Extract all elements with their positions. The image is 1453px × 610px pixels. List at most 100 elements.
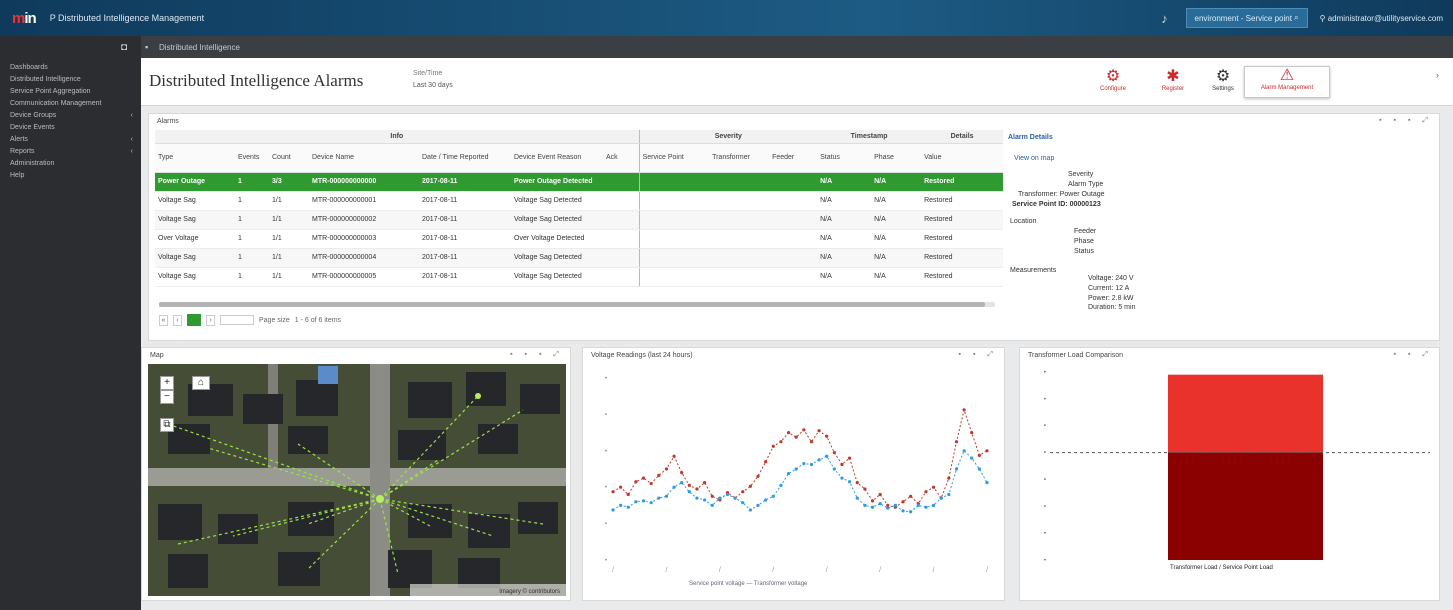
column-header[interactable]: Type — [155, 143, 235, 173]
data-point[interactable] — [832, 451, 836, 455]
data-point[interactable] — [794, 435, 798, 439]
data-point[interactable] — [832, 467, 836, 471]
data-point[interactable] — [863, 503, 867, 507]
data-point[interactable] — [657, 473, 661, 477]
data-point[interactable] — [710, 503, 714, 507]
data-point[interactable] — [626, 505, 630, 509]
data-point[interactable] — [901, 500, 905, 504]
user-menu[interactable]: ⚲ administrator@utilityservice.com — [1320, 14, 1443, 23]
data-point[interactable] — [756, 474, 760, 478]
data-point[interactable] — [794, 467, 798, 471]
data-point[interactable] — [970, 456, 974, 460]
data-point[interactable] — [962, 408, 966, 412]
column-header[interactable]: Phase — [871, 143, 922, 173]
sidebar-item-service-point-aggregation[interactable]: Service Point Aggregation — [0, 86, 141, 98]
data-point[interactable] — [809, 462, 814, 467]
data-point[interactable] — [931, 485, 936, 489]
scrollbar-thumb[interactable] — [159, 302, 985, 307]
data-point[interactable] — [710, 494, 714, 498]
data-point[interactable] — [985, 481, 989, 485]
column-header[interactable]: Count — [269, 143, 309, 173]
data-point[interactable] — [626, 492, 630, 497]
sidebar-item-device-groups[interactable]: Device Groups ‹ — [0, 110, 141, 122]
data-point[interactable] — [802, 428, 806, 432]
data-point[interactable] — [786, 431, 791, 435]
table-row[interactable]: Power Outage 1 3/3 MTR-000000000000 2017-08-… — [155, 172, 1004, 192]
prev-page-button[interactable]: ‹ — [173, 314, 182, 326]
zoom-in-button[interactable]: + — [160, 376, 174, 390]
data-point[interactable] — [855, 496, 859, 500]
zoom-out-button[interactable]: − — [160, 390, 174, 404]
data-point[interactable] — [893, 503, 898, 507]
data-point[interactable] — [954, 467, 959, 471]
sidebar-item-reports[interactable]: Reports ‹ — [0, 146, 141, 158]
data-point[interactable] — [649, 481, 653, 486]
data-point[interactable] — [924, 505, 928, 509]
environment-button[interactable]: environment - Service point ⌕ — [1185, 8, 1308, 28]
data-point[interactable] — [878, 492, 882, 497]
table-row[interactable]: Voltage Sag 1 1/1 MTR-000000000002 2017-08-1… — [155, 210, 1004, 230]
view-on-map-link[interactable]: View on map — [1014, 155, 1054, 162]
data-point[interactable] — [779, 483, 783, 487]
map-view[interactable]: + − ⧉ ⌂ Imagery © contributors — [148, 364, 566, 596]
data-point[interactable] — [680, 481, 684, 485]
sidebar-item-dashboards[interactable]: Dashboards — [0, 62, 141, 74]
data-point[interactable] — [779, 440, 783, 444]
column-header[interactable]: Device Event Reason — [511, 143, 603, 173]
data-point[interactable] — [756, 503, 760, 507]
data-point[interactable] — [771, 444, 775, 448]
data-point[interactable] — [947, 492, 951, 497]
current-page-button[interactable] — [187, 314, 201, 326]
page-size-select[interactable] — [220, 315, 254, 325]
data-point[interactable] — [870, 505, 875, 509]
data-point[interactable] — [733, 496, 737, 500]
data-point[interactable] — [909, 510, 913, 514]
data-point[interactable] — [741, 501, 745, 505]
data-point[interactable] — [672, 454, 676, 458]
data-point[interactable] — [611, 508, 615, 512]
data-point[interactable] — [916, 503, 920, 507]
data-point[interactable] — [924, 490, 928, 494]
data-point[interactable] — [725, 492, 730, 497]
data-point[interactable] — [817, 429, 821, 433]
sidebar-item-administration[interactable]: Administration — [0, 158, 141, 170]
breadcrumb[interactable]: Distributed Intelligence — [159, 43, 240, 52]
data-point[interactable] — [680, 471, 684, 475]
bar-chart-tools[interactable]: ▪ ▪ ⤢ — [1394, 351, 1433, 359]
data-point[interactable] — [970, 431, 974, 435]
column-header[interactable]: Device Name — [309, 143, 419, 173]
data-point[interactable] — [954, 440, 959, 444]
data-point[interactable] — [664, 494, 669, 498]
sidebar-item-device-events[interactable]: Device Events — [0, 122, 141, 134]
data-point[interactable] — [947, 476, 951, 480]
data-point[interactable] — [764, 460, 768, 464]
line-chart-tools[interactable]: ▪ ▪ ⤢ — [959, 351, 998, 359]
table-row[interactable]: Over Voltage 1 1/1 MTR-000000000003 2017-08-… — [155, 229, 1004, 249]
data-point[interactable] — [634, 500, 638, 504]
data-point[interactable] — [901, 509, 905, 513]
data-point[interactable] — [695, 496, 699, 500]
data-point[interactable] — [985, 449, 989, 453]
next-page-button[interactable]: › — [206, 314, 215, 326]
data-point[interactable] — [855, 481, 859, 485]
app-logo[interactable]: min — [12, 10, 37, 27]
column-header[interactable]: Service Point — [638, 143, 710, 173]
data-point[interactable] — [619, 503, 623, 507]
column-header[interactable]: Date / Time Reported — [419, 143, 511, 173]
sidebar-item-alerts[interactable]: Alerts ‹ — [0, 134, 141, 146]
data-point[interactable] — [649, 501, 653, 505]
data-point[interactable] — [718, 496, 722, 500]
data-point[interactable] — [764, 498, 768, 502]
data-point[interactable] — [687, 490, 691, 494]
data-point[interactable] — [825, 454, 829, 458]
column-header[interactable]: Value — [921, 143, 1004, 173]
table-row[interactable]: Voltage Sag 1 1/1 MTR-000000000005 2017-08-1… — [155, 267, 1004, 287]
sidebar-item-distributed-intelligence[interactable]: Distributed Intelligence — [0, 74, 141, 86]
data-point[interactable] — [702, 498, 707, 502]
table-row[interactable]: Voltage Sag 1 1/1 MTR-000000000001 2017-08-1… — [155, 191, 1004, 211]
data-point[interactable] — [977, 453, 981, 457]
data-point[interactable] — [611, 490, 615, 494]
map-panel-tools[interactable]: ▪ ▪ ▪ ⤢ — [510, 351, 564, 359]
bell-icon[interactable]: ♪ — [1152, 11, 1178, 26]
data-point[interactable] — [809, 440, 814, 444]
